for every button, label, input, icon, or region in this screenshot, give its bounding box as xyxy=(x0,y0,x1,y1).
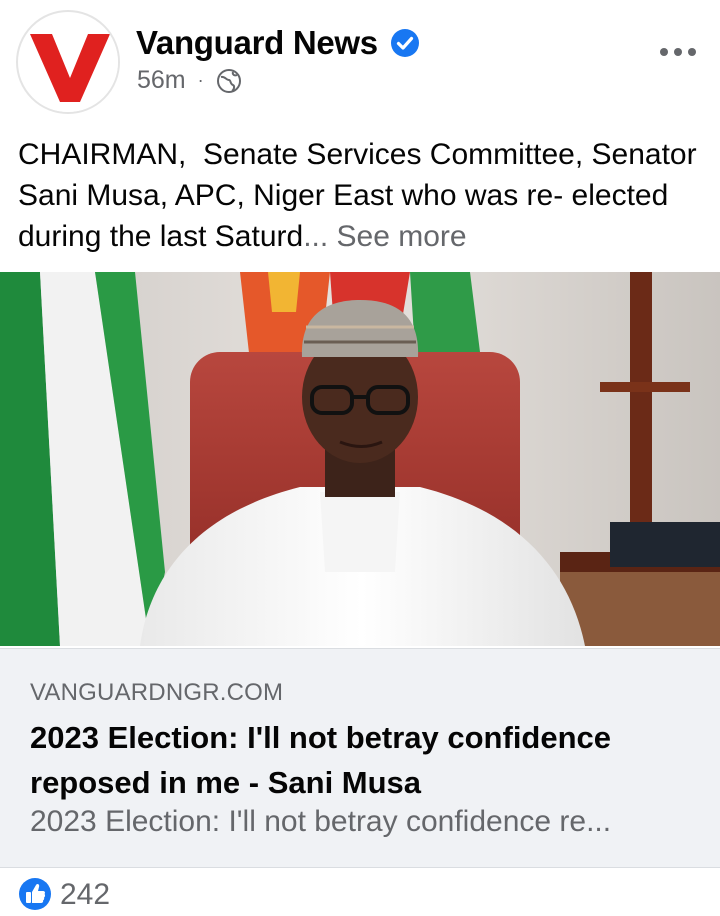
post-header: Vanguard News 56m · xyxy=(0,0,720,120)
more-options-icon[interactable] xyxy=(658,42,698,62)
post-ellipsis: ... xyxy=(303,220,329,253)
reactions-bar[interactable]: 242 xyxy=(0,870,720,916)
page-name[interactable]: Vanguard News xyxy=(136,24,378,62)
link-title[interactable]: 2023 Election: I'll not betray confidenc… xyxy=(30,715,690,805)
meta-separator: · xyxy=(197,70,204,90)
post-timestamp[interactable]: 56m xyxy=(137,66,186,95)
page-name-row: Vanguard News xyxy=(136,24,420,62)
vanguard-logo xyxy=(20,14,118,112)
link-preview-card[interactable]: VANGUARDNGR.COM 2023 Election: I'll not … xyxy=(0,648,720,868)
page-avatar[interactable] xyxy=(16,10,120,114)
post-meta: 56m · xyxy=(137,66,242,95)
senator-photo xyxy=(0,272,720,646)
link-description: 2023 Election: I'll not betray confidenc… xyxy=(30,805,612,838)
like-icon xyxy=(19,878,51,910)
verified-badge-icon xyxy=(390,29,419,57)
like-count[interactable]: 242 xyxy=(60,878,110,912)
see-more-link[interactable]: See more xyxy=(337,220,467,253)
link-domain: VANGUARDNGR.COM xyxy=(30,679,284,706)
post-photo[interactable] xyxy=(0,272,720,646)
post-text: CHAIRMAN, Senate Services Committee, Sen… xyxy=(18,134,708,257)
globe-icon xyxy=(216,68,241,93)
